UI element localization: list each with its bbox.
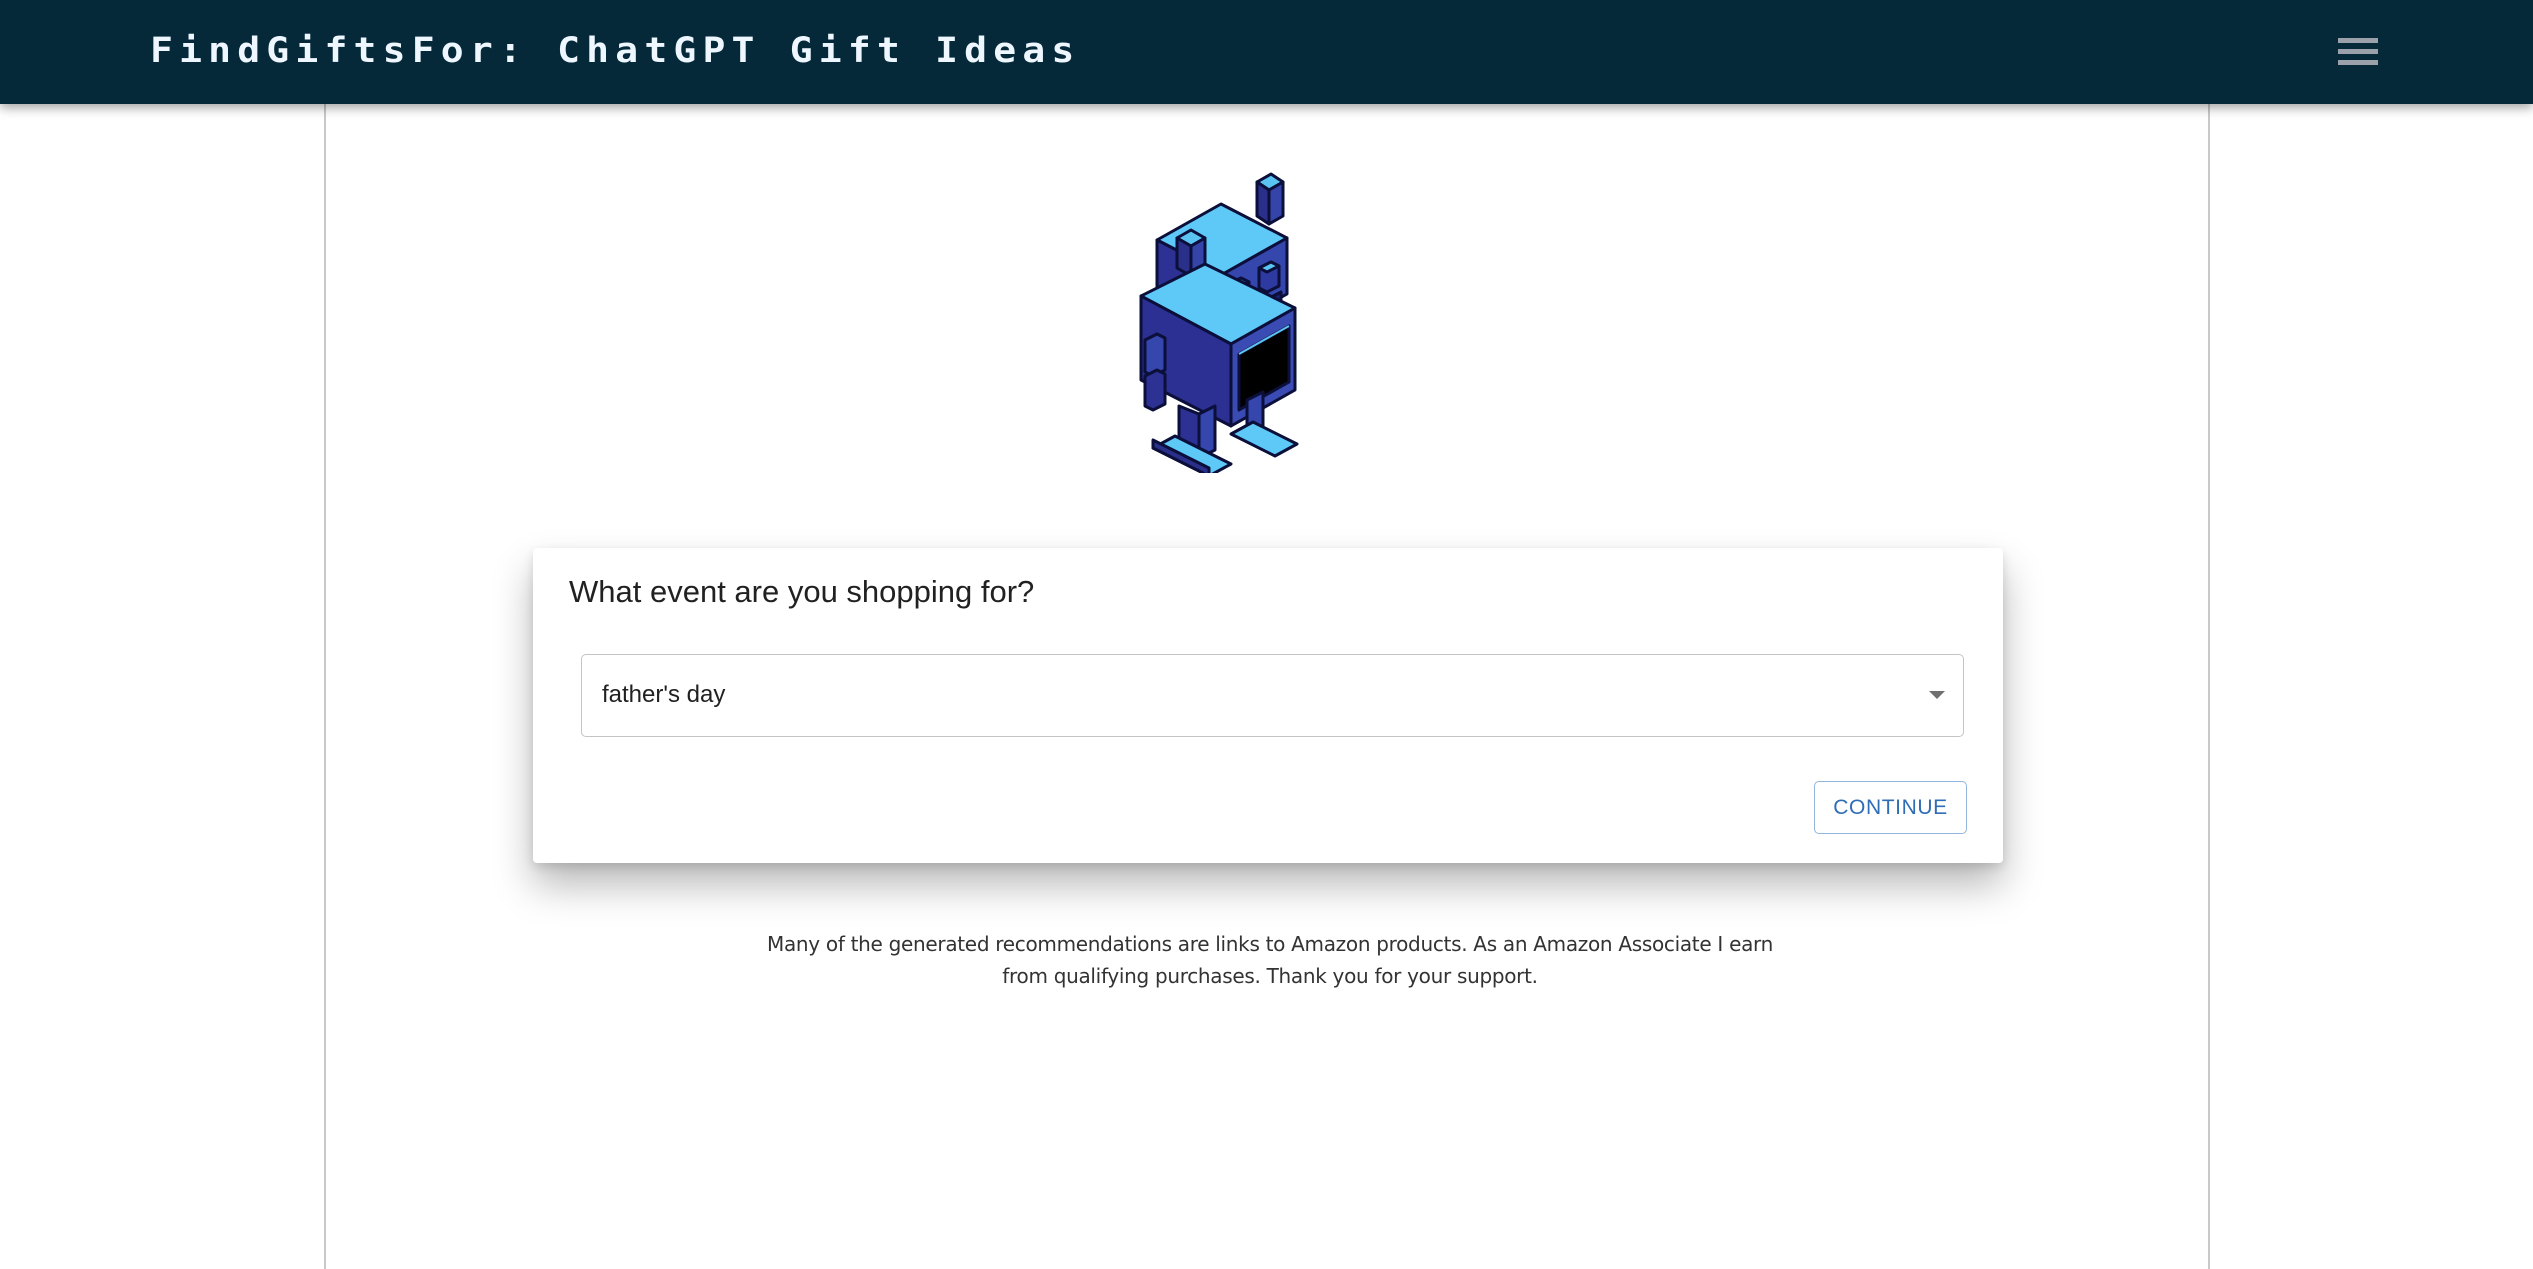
app-title[interactable]: FindGiftsFor: ChatGPT Gift Ideas (150, 24, 1081, 76)
question-heading: What event are you shopping for? (569, 574, 1035, 609)
event-select[interactable]: father's day (581, 654, 1964, 737)
event-select-value: father's day (602, 681, 726, 708)
hamburger-menu-button[interactable] (2326, 30, 2390, 74)
event-question-card: What event are you shopping for? father'… (533, 548, 2003, 863)
app-header: FindGiftsFor: ChatGPT Gift Ideas (0, 0, 2533, 104)
dropdown-caret-icon (1929, 691, 1945, 699)
affiliate-disclaimer: Many of the generated recommendations ar… (767, 932, 1773, 988)
robot-mascot-image (1139, 172, 1299, 473)
robot-foot (1229, 420, 1299, 458)
continue-button[interactable]: CONTINUE (1814, 781, 1967, 834)
